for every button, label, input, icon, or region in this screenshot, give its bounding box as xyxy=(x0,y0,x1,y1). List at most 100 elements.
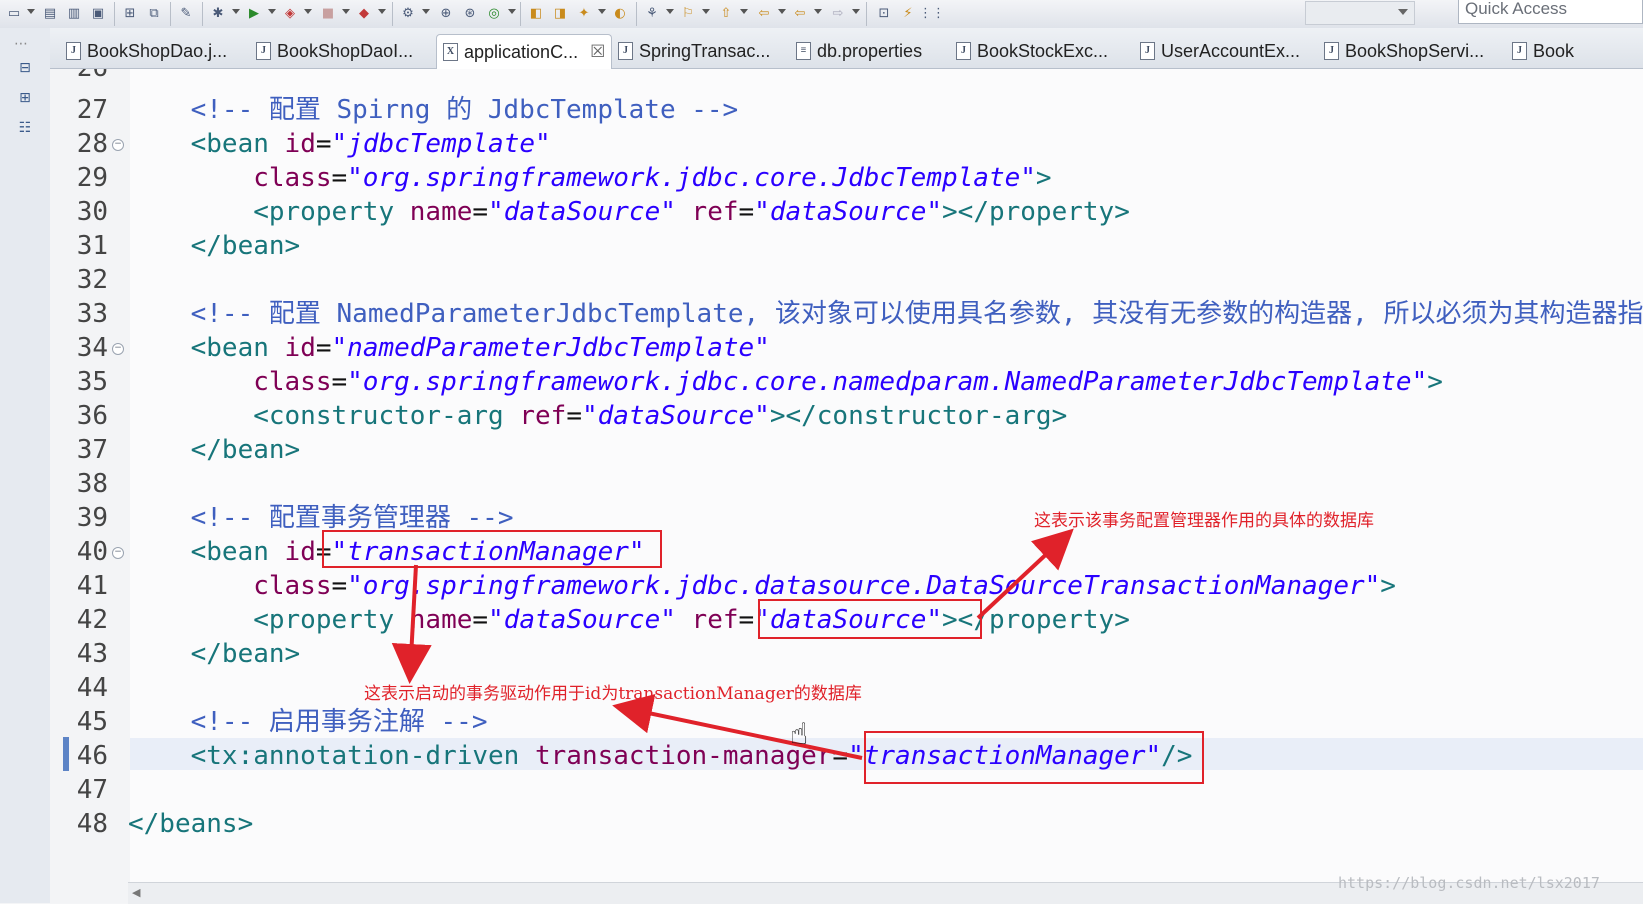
external-tools-icon[interactable]: ◆ xyxy=(354,3,374,23)
last-edit-dropdown-arrow[interactable] xyxy=(740,9,748,14)
tab-useraccountexception[interactable]: J UserAccountEx... xyxy=(1140,36,1300,66)
code-line[interactable]: <bean id="namedParameterJdbcTemplate" xyxy=(128,331,770,365)
run-dropdown-arrow[interactable] xyxy=(268,9,276,14)
new-java-project-icon[interactable]: ⚙ xyxy=(398,3,418,23)
new-interface-icon[interactable]: ◎ xyxy=(484,3,504,23)
xml-editor[interactable]: 26 27 <!-- 配置 Spirng 的 JdbcTemplate --> 2… xyxy=(50,69,1643,903)
link-editor-icon[interactable]: ⊞ xyxy=(120,3,140,23)
open-type-icon[interactable]: ◧ xyxy=(526,3,546,23)
external-tools-dropdown-arrow[interactable] xyxy=(378,9,386,14)
code-token: "dataSource" xyxy=(488,605,676,635)
tab-bookshopservice[interactable]: J BookShopServi... xyxy=(1324,36,1484,66)
code-token: <constructor-arg xyxy=(128,401,520,431)
fold-toggle-icon[interactable]: − xyxy=(112,547,124,559)
fold-toggle-icon[interactable]: − xyxy=(112,139,124,151)
code-line[interactable]: </bean> xyxy=(128,229,301,263)
tab-springtransaction[interactable]: J SpringTransac... xyxy=(618,36,770,66)
stop-dropdown-arrow[interactable] xyxy=(342,9,350,14)
package-explorer-icon[interactable]: ⊞ xyxy=(15,88,35,108)
code-token: class xyxy=(128,163,332,193)
code-token: "org.springframework.jdbc.core.JdbcTempl… xyxy=(347,163,1036,193)
tab-book-overflow[interactable]: J Book xyxy=(1512,36,1574,66)
tab-db-properties[interactable]: ≡ db.properties xyxy=(796,36,922,66)
outline-view-icon[interactable]: ☷ xyxy=(15,118,35,138)
hand-cursor-icon: ☝ xyxy=(790,717,809,752)
open-task-icon[interactable]: ◨ xyxy=(550,3,570,23)
line-number: 43 xyxy=(76,639,108,669)
quick-access-input[interactable]: Quick Access xyxy=(1458,0,1643,24)
coverage-dropdown-arrow[interactable] xyxy=(304,9,312,14)
code-line[interactable]: </bean> xyxy=(128,637,301,671)
tab-bookshopdao[interactable]: J BookShopDao.j... xyxy=(66,36,227,66)
code-line[interactable]: <!-- 配置 NamedParameterJdbcTemplate, 该对象可… xyxy=(128,297,1643,331)
code-line[interactable]: <property name="dataSource" ref="dataSou… xyxy=(128,195,1130,229)
code-token: ></property> xyxy=(942,197,1130,227)
line-number: 38 xyxy=(76,469,108,499)
tab-label: BookStockExc... xyxy=(977,40,1109,61)
code-line[interactable]: class="org.springframework.jdbc.core.Jdb… xyxy=(128,161,1051,195)
line-number: 30 xyxy=(76,197,108,227)
annotation-icon[interactable]: ◐ xyxy=(610,3,630,23)
code-line[interactable]: class="org.springframework.jdbc.core.nam… xyxy=(128,365,1443,399)
run-icon[interactable]: ▶ xyxy=(244,3,264,23)
forward-icon[interactable]: ⇨ xyxy=(828,3,848,23)
tab-applicationcontext[interactable]: X applicationC... ☒ xyxy=(436,34,613,69)
save-icon[interactable]: ▤ xyxy=(40,3,60,23)
save-all-icon[interactable]: ▥ xyxy=(64,3,84,23)
search-icon[interactable]: ✦ xyxy=(574,3,594,23)
code-line[interactable]: </bean> xyxy=(128,433,301,467)
new-wizard-dropdown-arrow[interactable] xyxy=(422,9,430,14)
text-file-icon: ≡ xyxy=(796,42,811,60)
code-line[interactable]: <!-- 启用事务注解 --> xyxy=(128,705,488,739)
code-token: "org.springframework.jdbc.datasource.Dat… xyxy=(347,571,1381,601)
grid-icon[interactable]: ⋮⋮ xyxy=(919,3,945,23)
back-icon[interactable]: ⇦ xyxy=(754,3,774,23)
forward-dropdown-arrow[interactable] xyxy=(852,9,860,14)
code-line[interactable]: <bean id="jdbcTemplate" xyxy=(128,127,551,161)
java-file-icon: J xyxy=(1140,42,1155,60)
code-line[interactable]: class="org.springframework.jdbc.datasour… xyxy=(128,569,1396,603)
toolbar-separator xyxy=(392,2,393,26)
tab-bookshopdaoimpl[interactable]: J BookShopDaoI... xyxy=(256,36,413,66)
drag-handle-icon[interactable]: ⋯ xyxy=(14,36,29,52)
code-token: = xyxy=(315,129,332,159)
print-icon[interactable]: ▣ xyxy=(88,3,108,23)
search-dropdown-arrow[interactable] xyxy=(598,9,606,14)
next-annotation-icon[interactable]: ⚘ xyxy=(642,3,662,23)
toggle-breakpoint-icon[interactable]: ✎ xyxy=(176,3,196,23)
tab-label: SpringTransac... xyxy=(639,40,771,61)
new-package-icon[interactable]: ⊕ xyxy=(436,3,456,23)
close-tab-icon[interactable]: ☒ xyxy=(590,42,605,62)
copy-icon[interactable]: ⧉ xyxy=(144,3,164,23)
scroll-left-icon[interactable]: ◀ xyxy=(132,886,140,899)
new-type-dropdown-arrow[interactable] xyxy=(508,9,516,14)
new-dropdown-arrow[interactable] xyxy=(27,9,35,14)
code-line[interactable]: <!-- 配置 Spirng 的 JdbcTemplate --> xyxy=(128,93,739,127)
restore-view-icon[interactable]: ⊟ xyxy=(15,58,35,78)
last-edit-location-icon[interactable]: ⇧ xyxy=(716,3,736,23)
stop-icon[interactable]: ■ xyxy=(318,3,338,23)
back-history-dropdown-arrow[interactable] xyxy=(814,9,822,14)
debug-icon[interactable]: ✱ xyxy=(208,3,228,23)
back-dropdown-arrow[interactable] xyxy=(778,9,786,14)
prev-annotation-icon[interactable]: ⚐ xyxy=(678,3,698,23)
new-file-icon[interactable]: ▭ xyxy=(4,3,24,23)
code-token: <!-- 配置 Spirng 的 JdbcTemplate --> xyxy=(128,95,739,125)
debug-dropdown-arrow[interactable] xyxy=(232,9,240,14)
line-number: 28 xyxy=(76,129,108,159)
tab-bookstockexception[interactable]: J BookStockExc... xyxy=(956,36,1108,66)
new-class-icon[interactable]: ⊛ xyxy=(460,3,480,23)
next-annotation-dropdown-arrow[interactable] xyxy=(666,9,674,14)
wand-icon[interactable]: ⚡ xyxy=(898,3,918,23)
coverage-icon[interactable]: ◈ xyxy=(280,3,300,23)
code-line[interactable]: <constructor-arg ref="dataSource"></cons… xyxy=(128,399,1067,433)
prev-annotation-dropdown-arrow[interactable] xyxy=(702,9,710,14)
chevron-down-icon[interactable] xyxy=(1398,9,1408,15)
line-number: 32 xyxy=(76,265,108,295)
back-history-icon[interactable]: ⇦ xyxy=(790,3,810,23)
pin-editor-icon[interactable]: ⊡ xyxy=(874,3,894,23)
code-line[interactable]: </beans> xyxy=(128,807,253,841)
fold-toggle-icon[interactable]: − xyxy=(112,343,124,355)
